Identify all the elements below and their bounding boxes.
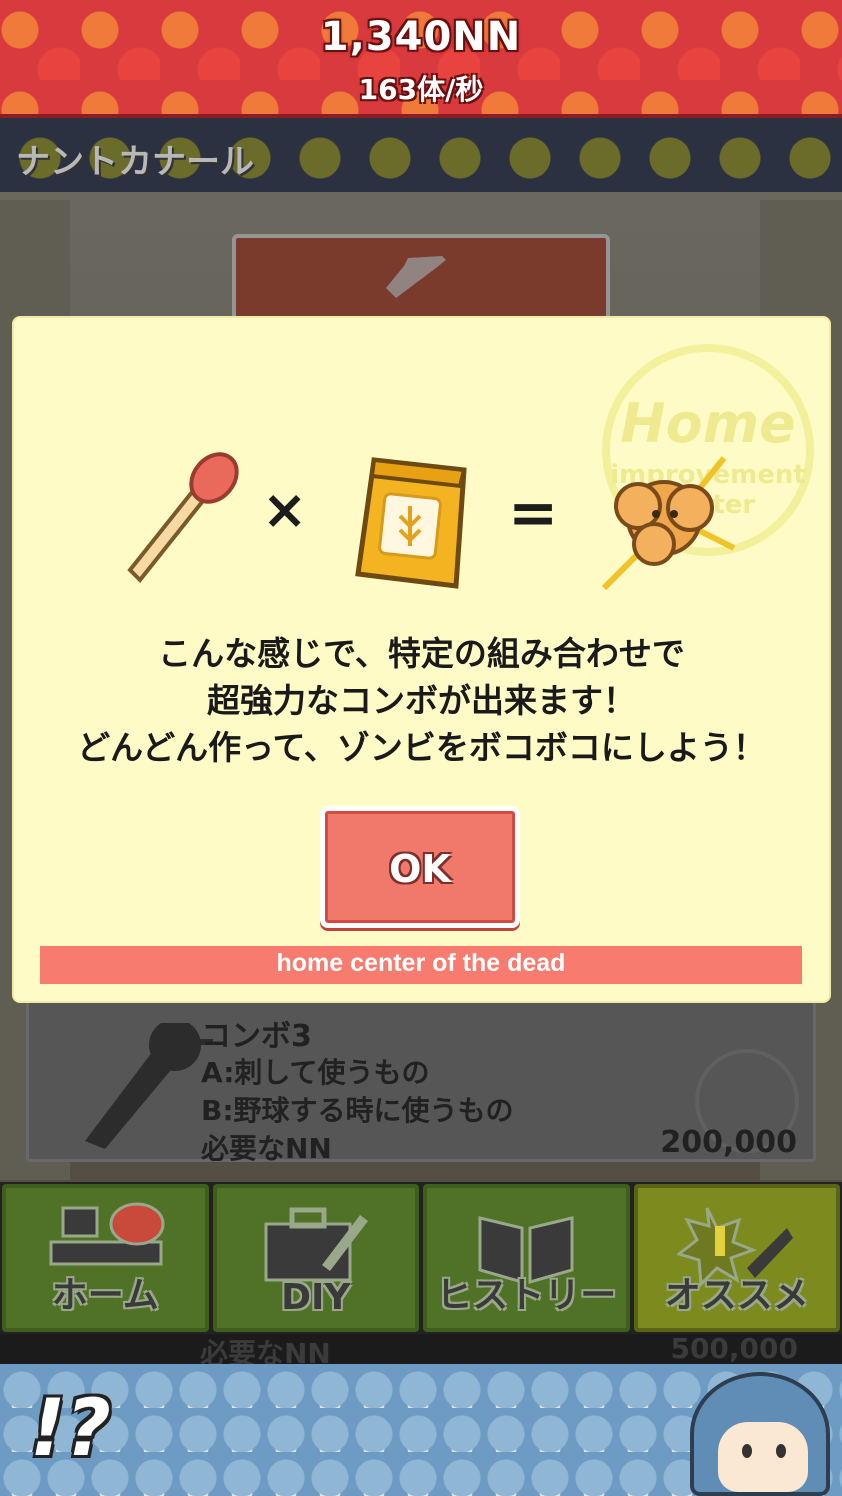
surprise-button[interactable]: !? [30, 1384, 111, 1474]
combo-equation: × = [14, 436, 829, 606]
dialog-message: こんな感じで、特定の組み合わせで 超強力なコンボが出来ます！ どんどん作って、ゾ… [14, 630, 829, 771]
tutorial-dialog: Home improvement center × = こんな感じで、特定の組み… [14, 318, 829, 1001]
tab-recommend-label: オススメ [664, 1275, 809, 1316]
dialog-message-line: どんどん作って、ゾンビをボコボコにしよう！ [77, 728, 766, 767]
times-operator: × [262, 478, 308, 541]
location-name: ナントカナール [16, 142, 254, 182]
toolbox-icon [264, 1207, 368, 1282]
tab-home[interactable]: ホーム [2, 1184, 209, 1332]
tab-diy-label: DIY [281, 1277, 351, 1318]
explosion-icon [601, 456, 736, 591]
bottom-nav: ホーム DIY ヒストリー オススメ [0, 1182, 842, 1334]
nn-rate: 163体/秒 [358, 73, 484, 106]
next-combo-row: 必要なNN 500,000 [0, 1332, 842, 1370]
character-avatar[interactable] [690, 1372, 830, 1496]
footer-banner: !? [0, 1364, 842, 1496]
ok-button[interactable]: OK [320, 806, 520, 928]
dialog-message-line: 超強力なコンボが出来ます！ [207, 681, 636, 720]
dialog-footer-banner: home center of the dead [40, 946, 802, 984]
nn-total: 1,340NN [320, 14, 522, 60]
tab-home-label: ホーム [51, 1275, 159, 1316]
match-icon [127, 452, 239, 583]
ok-button-label: OK [389, 847, 451, 891]
location-bar: ナントカナール [0, 118, 842, 192]
tab-history-label: ヒストリー [436, 1275, 617, 1316]
avatar-eye-right [776, 1444, 786, 1458]
next-combo-cost-value: 500,000 [670, 1332, 798, 1365]
equals-operator: = [508, 478, 559, 548]
tab-history[interactable]: ヒストリー [423, 1184, 630, 1332]
flour-bag-icon [355, 457, 467, 589]
tab-diy[interactable]: DIY [212, 1184, 419, 1332]
dialog-footer-text: home center of the dead [276, 949, 566, 977]
avatar-face [718, 1422, 808, 1492]
avatar-eye-left [742, 1444, 752, 1458]
dialog-message-line: こんな感じで、特定の組み合わせで [158, 634, 685, 673]
tab-recommend[interactable]: オススメ [633, 1184, 840, 1332]
top-header: 1,340NN 163体/秒 [0, 0, 842, 118]
